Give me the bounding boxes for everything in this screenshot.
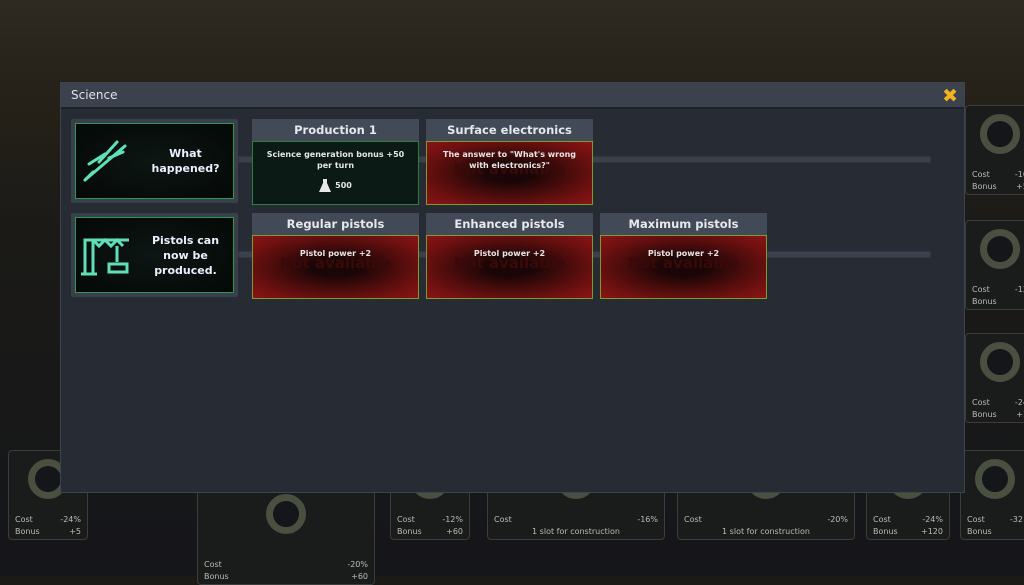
rifle-icon bbox=[76, 136, 138, 186]
science-dialog: Science ✖ What happened? Pistols can now… bbox=[60, 82, 965, 493]
tech-title: Regular pistols bbox=[252, 213, 419, 235]
card-cost-label: Cost bbox=[967, 515, 985, 524]
card-cost-label: Cost bbox=[494, 515, 512, 524]
card-cost-label: Cost bbox=[204, 560, 222, 569]
crane-icon bbox=[76, 230, 138, 280]
card-bonus-label: Bonus bbox=[972, 182, 997, 191]
tech-description: Pistol power +2 bbox=[647, 249, 720, 258]
close-icon[interactable]: ✖ bbox=[942, 86, 958, 106]
not-available-label: Not available bbox=[279, 254, 392, 272]
building-card: Cost -10 Bonus +5 bbox=[965, 105, 1024, 195]
building-ring-icon bbox=[980, 229, 1020, 269]
card-cost: -10 bbox=[1014, 170, 1024, 179]
card-cost-label: Cost bbox=[972, 285, 990, 294]
card-bonus-label: Bonus bbox=[873, 527, 898, 536]
tech-enhanced-pistols[interactable]: Enhanced pistols Not available Pistol po… bbox=[426, 213, 593, 299]
tech-regular-pistols[interactable]: Regular pistols Not available Pistol pow… bbox=[252, 213, 419, 299]
tech-cost: 500 bbox=[335, 181, 352, 190]
tech-description: Pistol power +2 bbox=[473, 249, 546, 258]
tech-description: Science generation bonus +50 per turn bbox=[266, 150, 405, 170]
tech-title: Enhanced pistols bbox=[426, 213, 593, 235]
card-bonus-label: Bonus bbox=[967, 527, 992, 536]
card-bonus: +60 bbox=[351, 572, 368, 581]
not-available-label: Not available bbox=[453, 254, 566, 272]
tech-maximum-pistols[interactable]: Maximum pistols Not available Pistol pow… bbox=[600, 213, 767, 299]
building-card: Cost -32 Bonus bbox=[960, 450, 1024, 540]
building-ring-icon bbox=[980, 114, 1020, 154]
flask-icon bbox=[319, 179, 332, 192]
card-cost-label: Cost bbox=[972, 170, 990, 179]
card-bonus-label: Bonus bbox=[972, 297, 997, 306]
branch-label: What happened? bbox=[151, 147, 220, 175]
card-cost: -32 bbox=[1009, 515, 1023, 524]
card-cost: -20% bbox=[827, 515, 848, 524]
card-cost: -20% bbox=[347, 560, 368, 569]
card-cost: -12 bbox=[1014, 285, 1024, 294]
building-card: Cost -24 Bonus +1 bbox=[965, 333, 1024, 423]
card-bonus: +1 bbox=[1016, 410, 1024, 419]
branch-label: Pistols can now be produced. bbox=[151, 233, 220, 277]
building-card: Cost -12 Bonus bbox=[965, 220, 1024, 310]
tech-surface-electronics[interactable]: Surface electronics Not available The an… bbox=[426, 119, 593, 205]
card-cost-label: Cost bbox=[972, 398, 990, 407]
tech-production-1[interactable]: Production 1 Science generation bonus +5… bbox=[252, 119, 419, 205]
research-branch-pistols[interactable]: Pistols can now be produced. bbox=[71, 213, 238, 297]
card-cost: -24% bbox=[922, 515, 943, 524]
not-available-label: Not available bbox=[627, 254, 740, 272]
card-bonus-label: 1 slot for construction bbox=[532, 527, 620, 536]
card-bonus: +5 bbox=[1016, 182, 1024, 191]
card-bonus-label: Bonus bbox=[15, 527, 40, 536]
card-bonus-label: Bonus bbox=[972, 410, 997, 419]
dialog-title: Science bbox=[71, 88, 118, 102]
card-cost-label: Cost bbox=[15, 515, 33, 524]
tech-description: Pistol power +2 bbox=[299, 249, 372, 258]
card-bonus-label: Bonus bbox=[204, 572, 229, 581]
card-cost-label: Cost bbox=[684, 515, 702, 524]
research-branch-what-happened[interactable]: What happened? bbox=[71, 119, 238, 203]
card-cost: -12% bbox=[442, 515, 463, 524]
tech-title: Production 1 bbox=[252, 119, 419, 141]
card-cost-label: Cost bbox=[873, 515, 891, 524]
card-bonus: +60 bbox=[446, 527, 463, 536]
card-cost: -24% bbox=[60, 515, 81, 524]
tech-description: The answer to "What's wrong with electro… bbox=[442, 150, 577, 170]
card-cost: -16% bbox=[637, 515, 658, 524]
card-bonus: +5 bbox=[69, 527, 81, 536]
card-bonus-label: Bonus bbox=[397, 527, 422, 536]
building-ring-icon bbox=[980, 342, 1020, 382]
card-bonus: +120 bbox=[921, 527, 943, 536]
building-ring-icon bbox=[975, 459, 1015, 499]
tech-title: Maximum pistols bbox=[600, 213, 767, 235]
dialog-header: Science ✖ bbox=[61, 83, 964, 109]
card-cost-label: Cost bbox=[397, 515, 415, 524]
card-bonus-label: 1 slot for construction bbox=[722, 527, 810, 536]
building-card: Cost -20% Bonus +60 bbox=[197, 485, 375, 585]
building-ring-icon bbox=[266, 494, 306, 534]
card-cost: -24 bbox=[1014, 398, 1024, 407]
tech-title: Surface electronics bbox=[426, 119, 593, 141]
